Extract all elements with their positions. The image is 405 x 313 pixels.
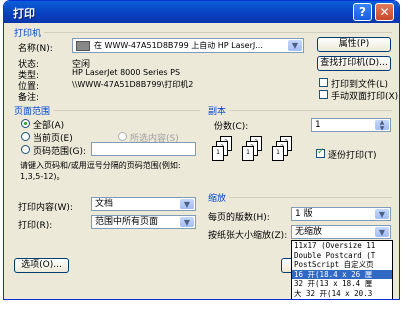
printer-name-value: 在 WWW-47A51D8B799 上自动 HP LaserJ... — [94, 41, 263, 50]
range-all-radio[interactable] — [21, 119, 30, 128]
copies-group — [208, 110, 392, 111]
print-what-value: 文档 — [95, 199, 114, 209]
manual-duplex-checkbox[interactable] — [319, 90, 328, 99]
range-pages-label: 页码范围(G): — [33, 147, 87, 157]
options-button[interactable]: 选项(O)... — [14, 258, 69, 273]
pages-per-sheet-select[interactable]: 1 版 ▼ — [291, 207, 391, 221]
spinner-arrows-icon[interactable]: ▲ ▼ — [375, 120, 389, 131]
print-range-select[interactable]: 范围中所有页面 ▼ — [91, 215, 196, 229]
find-printer-button[interactable]: 查找打印机(D)... — [317, 56, 391, 71]
copies-spinner[interactable]: 1 ▲ ▼ — [311, 118, 391, 132]
window-title: 打印 — [13, 7, 35, 20]
pages-input[interactable] — [91, 142, 196, 156]
range-current-radio[interactable] — [21, 132, 30, 141]
page-icon: 1 — [272, 146, 284, 161]
printer-group-title: 打印机 — [14, 26, 45, 39]
scale-label: 按纸张大小缩放(Z): — [208, 231, 288, 241]
range-pages-radio[interactable] — [21, 145, 30, 154]
scale-select[interactable]: 无缩放 ▼ — [291, 225, 391, 239]
chevron-down-icon[interactable]: ▼ — [375, 227, 389, 237]
printer-name-label: 名称(N): — [18, 44, 53, 54]
scale-option[interactable]: Double Postcard (T — [292, 251, 392, 261]
chevron-down-icon[interactable]: ▼ — [375, 209, 389, 219]
chevron-down-icon[interactable]: ▼ — [180, 217, 194, 227]
scale-option[interactable]: PostScript 自定义页 — [292, 260, 392, 270]
title-bar[interactable]: 打印 ? ✕ — [4, 1, 399, 23]
scale-option[interactable]: 11x17 (Oversize 11 — [292, 241, 392, 251]
printer-name-select[interactable]: 在 WWW-47A51D8B799 上自动 HP LaserJ... ▼ — [72, 38, 304, 53]
range-current-label: 当前页(E) — [33, 134, 73, 144]
print-what-label: 打印内容(W): — [18, 203, 73, 213]
pages-per-sheet-label: 每页的版数(H): — [208, 213, 270, 223]
print-range-value: 范围中所有页面 — [95, 217, 159, 227]
collate-illustration: 3 2 1 3 2 1 3 2 1 — [212, 136, 306, 176]
where-value: \\WWW-47A51D8B799\打印机2 — [72, 80, 194, 89]
collate-label: 逐份打印(T) — [328, 151, 377, 161]
print-dialog: 打印 ? ✕ 打印机 名称(N): 在 WWW-47A51D8B799 上自动 … — [3, 0, 400, 300]
properties-button[interactable]: 属性(P) — [317, 37, 391, 52]
pages-hint: 请键入页码和/或用逗号分隔的页码范围(例如: 1,3,5-12)。 — [20, 161, 181, 181]
copies-label: 份数(C): — [214, 122, 249, 132]
scale-option-selected[interactable]: 16 开(18.4 x 26 厘 — [292, 269, 392, 279]
zoom-title: 缩放 — [208, 191, 230, 204]
printer-icon — [76, 40, 90, 51]
scale-option[interactable]: 大 32 开(14 x 20.3 — [292, 289, 392, 299]
range-selection-radio[interactable] — [118, 132, 127, 141]
comment-label: 备注: — [18, 93, 40, 103]
pages-per-sheet-value: 1 版 — [295, 209, 313, 219]
print-what-select[interactable]: 文档 ▼ — [91, 197, 196, 211]
scale-value: 无缩放 — [295, 227, 323, 237]
printer-group — [14, 32, 392, 33]
collate-checkbox[interactable] — [316, 147, 325, 158]
type-value: HP LaserJet 8000 Series PS — [72, 68, 181, 77]
print-to-file-checkbox[interactable] — [319, 78, 328, 87]
page-range-title: 页面范围 — [14, 104, 54, 117]
zoom-group — [208, 197, 392, 198]
print-range-label: 打印(R): — [18, 221, 53, 231]
close-button[interactable]: ✕ — [375, 3, 394, 21]
manual-duplex-label: 手动双面打印(X) — [331, 92, 399, 102]
range-all-label: 全部(A) — [33, 121, 65, 131]
scale-option[interactable]: 32 开(13 x 18.4 厘 — [292, 279, 392, 289]
chevron-down-icon[interactable]: ▼ — [288, 40, 302, 51]
copies-value: 1 — [315, 120, 321, 130]
scale-dropdown-list[interactable]: 11x17 (Oversize 11 Double Postcard (T Po… — [291, 240, 393, 299]
copies-title: 副本 — [208, 104, 230, 117]
help-button[interactable]: ? — [353, 3, 372, 21]
page-icon: 1 — [242, 146, 254, 161]
page-icon: 1 — [212, 146, 224, 161]
chevron-down-icon[interactable]: ▼ — [180, 199, 194, 209]
